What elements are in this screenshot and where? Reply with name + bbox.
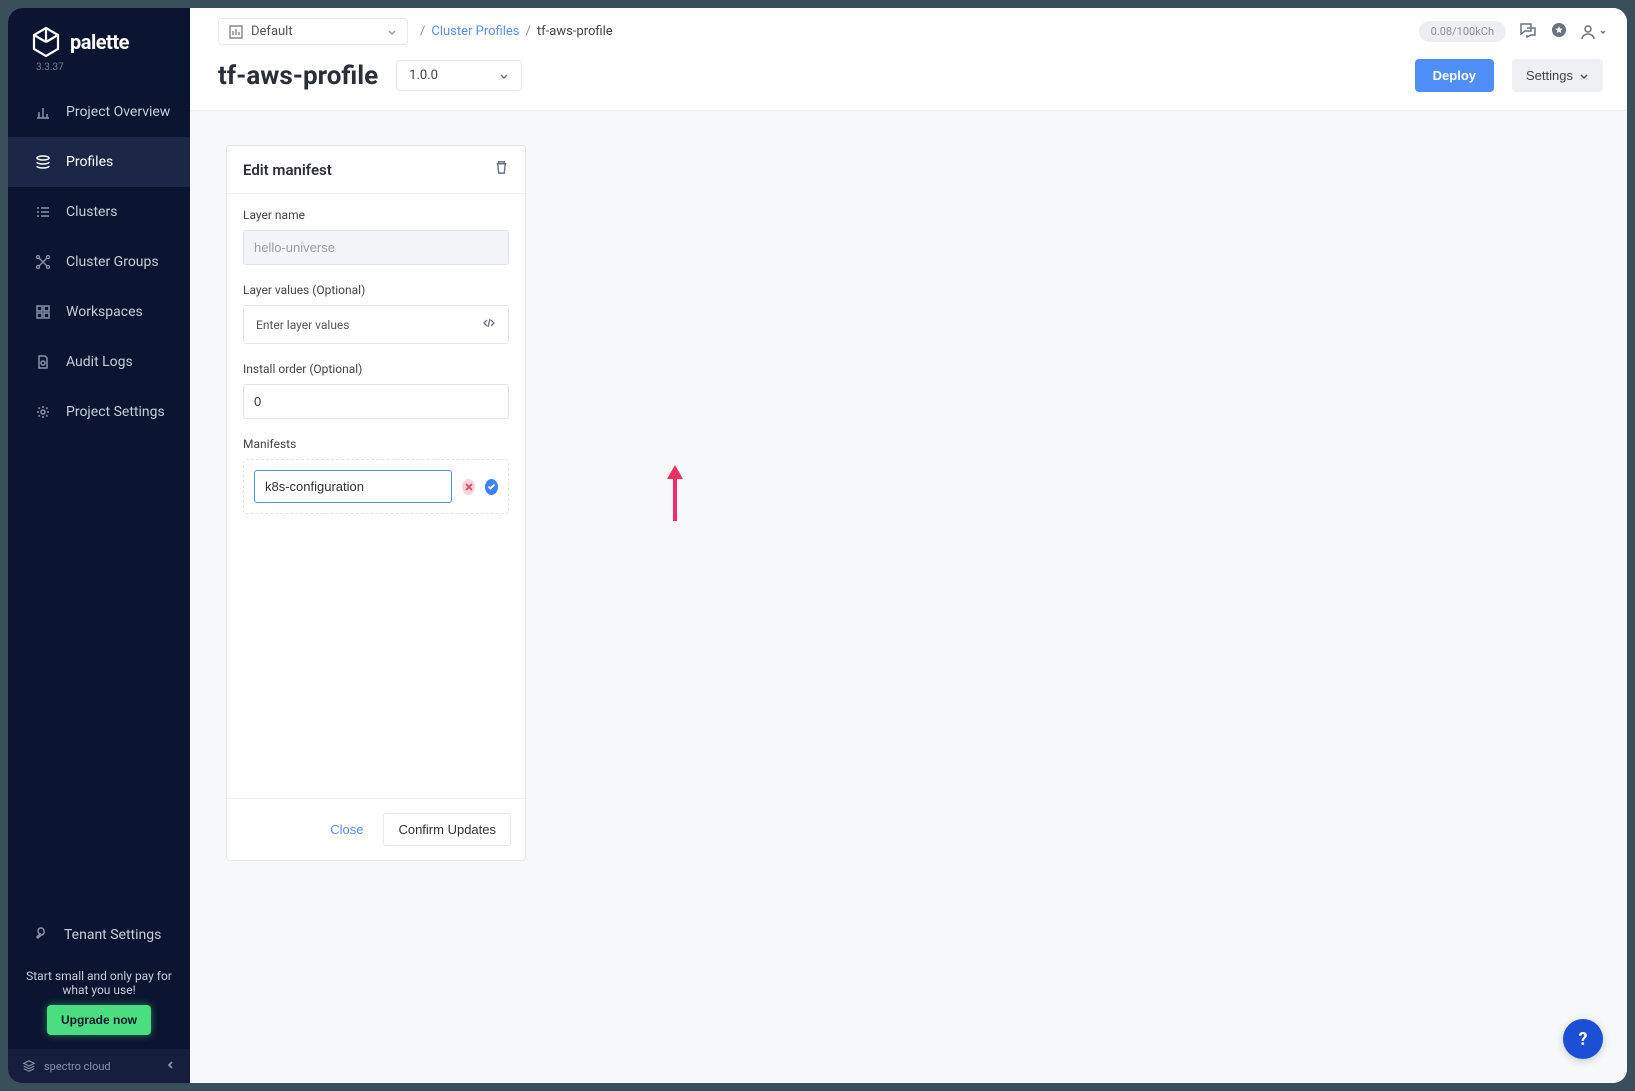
collapse-button[interactable] (166, 1060, 176, 1073)
star-icon[interactable] (1550, 21, 1568, 43)
sidebar-item-cluster-groups[interactable]: Cluster Groups (8, 237, 190, 287)
delete-button[interactable] (494, 160, 509, 179)
credits-badge: 0.08/100kCh (1419, 21, 1506, 42)
spectro-icon (22, 1059, 36, 1073)
main: Default / Cluster Profiles / tf-aws-prof… (190, 8, 1627, 1083)
version-selector[interactable]: 1.0.0 (396, 60, 522, 91)
manifest-name-input[interactable] (254, 470, 452, 503)
gear-icon (34, 403, 52, 421)
panel-footer: Close Confirm Updates (227, 798, 525, 860)
document-search-icon (34, 353, 52, 371)
project-name: Default (251, 24, 293, 39)
sidebar-item-audit-logs[interactable]: Audit Logs (8, 337, 190, 387)
app-frame: palette 3.3.37 Project Overview Profiles… (8, 8, 1627, 1083)
user-menu[interactable] (1580, 24, 1607, 40)
manifests-container (243, 459, 509, 514)
sidebar-item-tenant-settings[interactable]: Tenant Settings (8, 909, 190, 961)
layer-values-placeholder: Enter layer values (256, 318, 350, 332)
breadcrumb: / Cluster Profiles / tf-aws-profile (420, 24, 613, 39)
grid-icon (34, 303, 52, 321)
topbar: Default / Cluster Profiles / tf-aws-prof… (190, 8, 1627, 49)
close-button[interactable]: Close (320, 813, 373, 846)
bar-chart-icon (34, 103, 52, 121)
sidebar-footer: spectro cloud (8, 1049, 190, 1083)
chevron-down-icon (1579, 71, 1589, 81)
nav-label: Workspaces (66, 304, 143, 320)
breadcrumb-link[interactable]: Cluster Profiles (431, 24, 519, 39)
panel-title: Edit manifest (243, 161, 332, 179)
install-order-input[interactable] (243, 384, 509, 419)
sidebar: palette 3.3.37 Project Overview Profiles… (8, 8, 190, 1083)
list-icon (34, 203, 52, 221)
chevron-down-icon (387, 27, 397, 37)
layer-values-label: Layer values (Optional) (243, 283, 509, 297)
nav-label: Tenant Settings (64, 927, 161, 943)
nav-label: Audit Logs (66, 354, 133, 370)
sidebar-item-project-overview[interactable]: Project Overview (8, 87, 190, 137)
nav-label: Project Overview (66, 104, 170, 120)
hint-arrow-icon (663, 463, 687, 523)
confirm-updates-button[interactable]: Confirm Updates (383, 813, 511, 846)
logo: palette (8, 8, 190, 62)
project-icon (229, 25, 243, 39)
chat-icon[interactable] (1518, 20, 1538, 44)
nav-label: Profiles (66, 154, 113, 170)
settings-label: Settings (1526, 68, 1573, 83)
install-order-label: Install order (Optional) (243, 362, 509, 376)
layer-name-label: Layer name (243, 208, 509, 222)
panel-body: Layer name Layer values (Optional) Enter… (227, 194, 525, 798)
version-value: 1.0.0 (409, 68, 438, 83)
chevron-down-icon (499, 71, 509, 81)
title-row: tf-aws-profile 1.0.0 Deploy Settings (190, 49, 1627, 111)
footer-brand: spectro cloud (44, 1060, 111, 1073)
upgrade-promo: Start small and only pay for what you us… (8, 961, 190, 1049)
nav-label: Clusters (66, 204, 117, 220)
manifest-confirm-button[interactable] (485, 479, 498, 495)
layers-icon (34, 153, 52, 171)
promo-text: Start small and only pay for what you us… (22, 969, 176, 997)
breadcrumb-current: tf-aws-profile (537, 24, 613, 39)
sidebar-item-clusters[interactable]: Clusters (8, 187, 190, 237)
manifest-cancel-button[interactable] (462, 479, 475, 495)
wrench-icon (34, 925, 50, 945)
page-title: tf-aws-profile (218, 61, 378, 91)
layer-values-button[interactable]: Enter layer values (243, 305, 509, 344)
logo-text: palette (70, 30, 129, 54)
app-version: 3.3.37 (8, 62, 190, 73)
layer-name-input[interactable] (243, 230, 509, 265)
sidebar-item-project-settings[interactable]: Project Settings (8, 387, 190, 437)
upgrade-button[interactable]: Upgrade now (47, 1005, 151, 1035)
nodes-icon (34, 253, 52, 271)
help-button[interactable]: ? (1563, 1019, 1603, 1059)
project-selector[interactable]: Default (218, 18, 408, 45)
logo-icon (32, 26, 60, 58)
help-icon: ? (1579, 1029, 1588, 1050)
nav-label: Project Settings (66, 404, 165, 420)
sidebar-item-profiles[interactable]: Profiles (8, 137, 190, 187)
sidebar-item-workspaces[interactable]: Workspaces (8, 287, 190, 337)
nav-list: Project Overview Profiles Clusters Clust… (8, 87, 190, 437)
manifests-label: Manifests (243, 437, 509, 451)
code-icon (482, 316, 496, 333)
edit-manifest-panel: Edit manifest Layer name Layer values (O… (226, 145, 526, 861)
nav-label: Cluster Groups (66, 254, 159, 270)
settings-button[interactable]: Settings (1512, 59, 1603, 92)
content-area: Edit manifest Layer name Layer values (O… (190, 111, 1627, 1083)
deploy-button[interactable]: Deploy (1415, 59, 1494, 92)
panel-header: Edit manifest (227, 146, 525, 194)
